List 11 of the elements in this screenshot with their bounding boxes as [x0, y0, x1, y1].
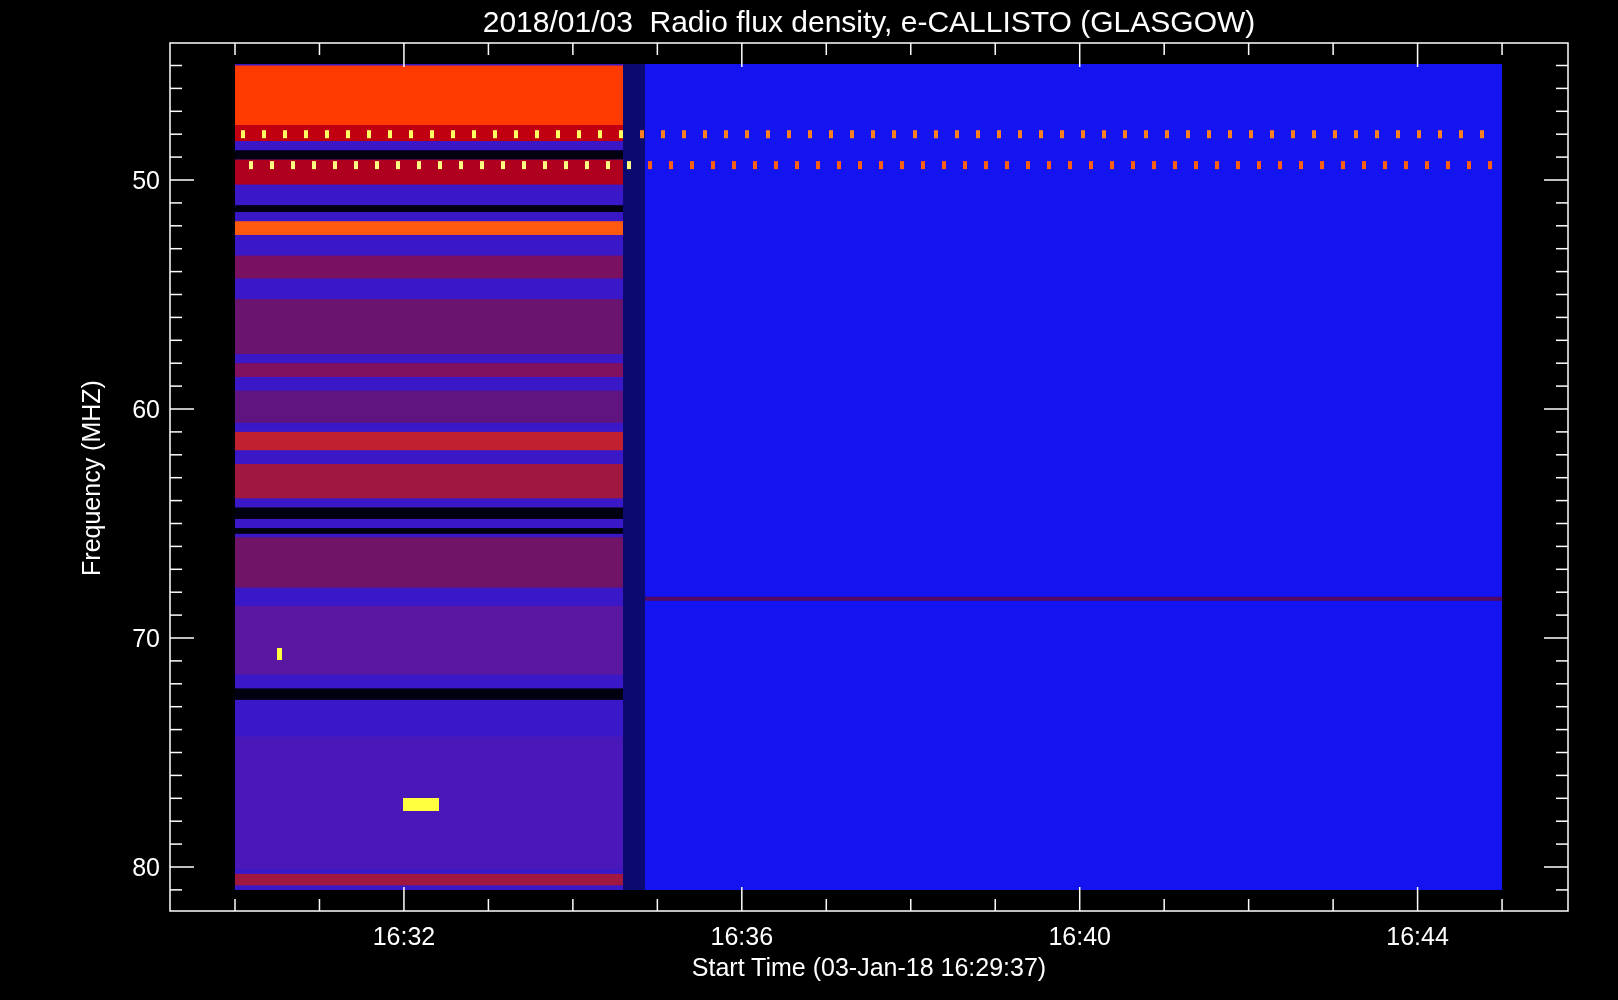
x-axis-tick-label: 16:44	[1386, 922, 1449, 950]
y-axis-tick-label: 60	[132, 395, 160, 423]
x-axis-tick-label: 16:40	[1048, 922, 1111, 950]
y-axis-tick-label: 80	[132, 853, 160, 881]
y-axis-tick-label: 70	[132, 624, 160, 652]
y-axis-tick-label: 50	[132, 166, 160, 194]
chart-title: 2018/01/03 Radio flux density, e-CALLISTO (GLASGOW)	[482, 5, 1256, 38]
x-axis-tick-label: 16:36	[710, 922, 774, 950]
y-axis-label: Frequency (MHZ)	[77, 380, 105, 576]
x-axis-tick-label: 16:32	[372, 922, 436, 950]
x-axis-label: Start Time (03-Jan-18 16:29:37)	[691, 953, 1047, 981]
